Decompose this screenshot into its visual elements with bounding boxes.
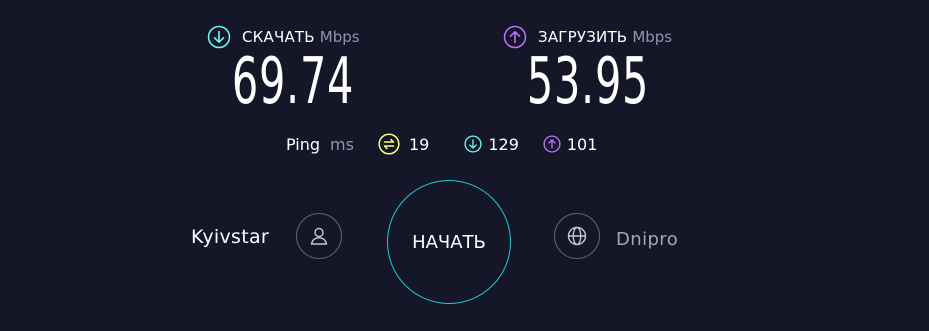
upload-unit: Mbps bbox=[632, 28, 673, 46]
download-label: СКАЧАТЬ bbox=[242, 28, 315, 46]
speedtest-panel: СКАЧАТЬ Mbps ЗАГРУЗИТЬ Mbps 69.74 53.95 … bbox=[0, 0, 929, 331]
ping-download-value: 129 bbox=[488, 134, 519, 154]
ping-download: 129 bbox=[464, 135, 519, 154]
provider-name[interactable]: Kyivstar bbox=[191, 226, 269, 248]
ping-upload: 101 bbox=[543, 134, 598, 154]
ping-label: Ping bbox=[286, 134, 321, 154]
user-icon[interactable] bbox=[296, 213, 342, 259]
start-test-button[interactable]: НАЧАТЬ bbox=[387, 180, 511, 304]
upload-label: ЗАГРУЗИТЬ bbox=[538, 28, 628, 46]
idle-latency-icon bbox=[378, 133, 400, 155]
ping-idle-value: 19 bbox=[408, 134, 430, 154]
download-unit: Mbps bbox=[319, 28, 360, 46]
server-name[interactable]: Dnipro bbox=[616, 229, 678, 250]
ping-unit: ms bbox=[330, 134, 354, 154]
upload-speed-value: 53.95 bbox=[526, 45, 650, 119]
ping-idle: 19 bbox=[378, 133, 429, 155]
globe-icon[interactable] bbox=[554, 213, 600, 259]
download-speed-value: 69.74 bbox=[231, 45, 355, 119]
upload-latency-icon bbox=[543, 135, 561, 153]
ping-upload-value: 101 bbox=[566, 134, 598, 154]
ping-row: Ping ms 19 129 101 bbox=[286, 130, 597, 158]
download-latency-icon bbox=[464, 135, 482, 153]
